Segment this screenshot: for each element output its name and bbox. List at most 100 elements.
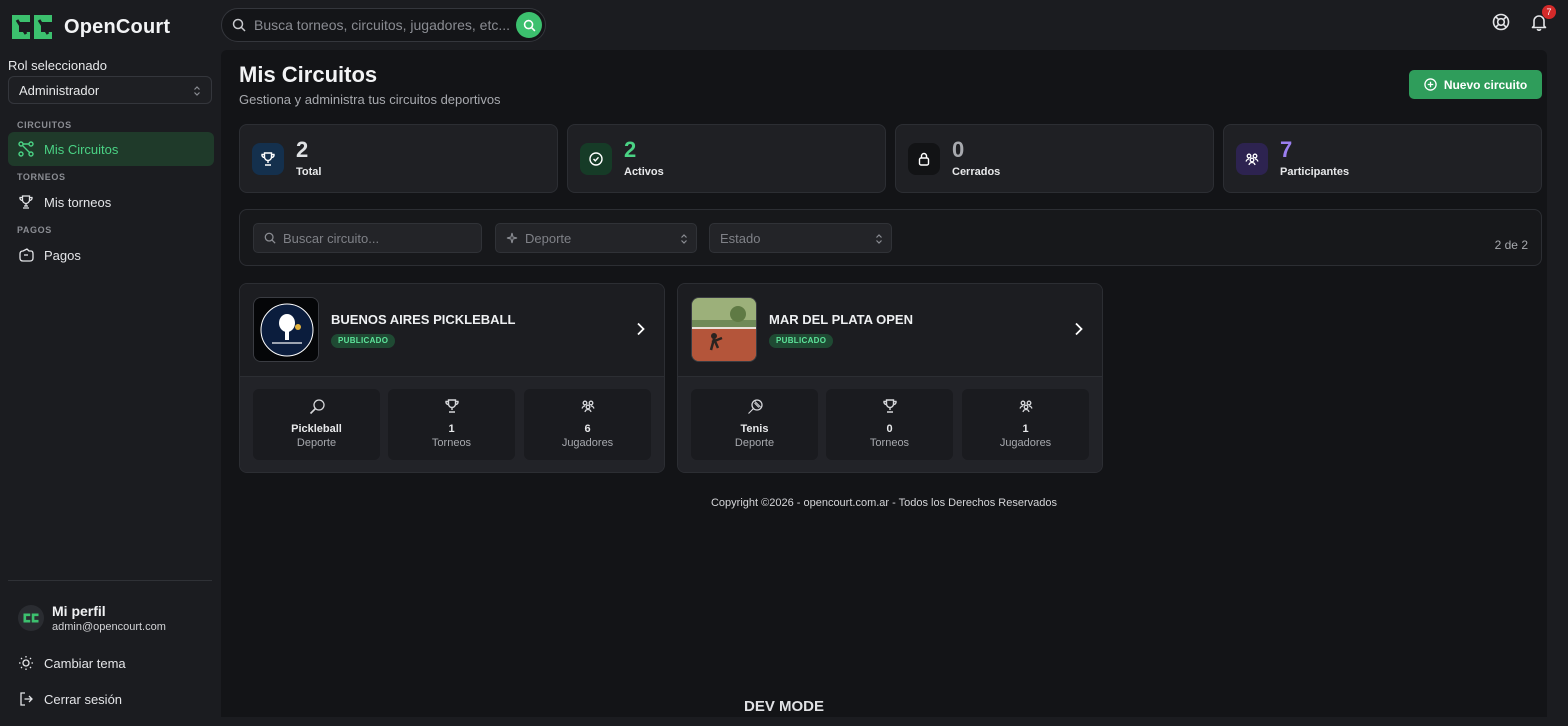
- players-label: Jugadores: [999, 437, 1052, 449]
- sport-filter-select[interactable]: Deporte: [495, 223, 697, 253]
- tournaments-label: Torneos: [869, 437, 910, 449]
- status-badge: PUBLICADO: [769, 334, 834, 348]
- circuit-card-stats: Tenis Deporte 0 Torneos 1 Jugadores: [678, 376, 1102, 472]
- circuit-card[interactable]: BUENOS AIRES PICKLEBALL PUBLICADO Pickle…: [239, 283, 665, 473]
- sport-value: Pickleball: [291, 423, 342, 435]
- stat-label: Activos: [624, 166, 664, 178]
- trophy-icon: [826, 398, 953, 414]
- circuit-thumbnail: [253, 297, 319, 362]
- circuit-card-header[interactable]: BUENOS AIRES PICKLEBALL PUBLICADO: [240, 284, 664, 376]
- trophy-icon: [18, 194, 34, 210]
- tournaments-label: Torneos: [431, 437, 472, 449]
- help-lifebuoy-icon[interactable]: [1492, 13, 1510, 31]
- sidebar-item-pagos[interactable]: Pagos: [8, 238, 214, 272]
- sidebar-divider: [8, 580, 212, 581]
- stat-card-participantes: 7 Participantes: [1223, 124, 1542, 193]
- top-bar: OpenCourt 7: [0, 0, 1568, 50]
- stat-value: 7: [1280, 137, 1293, 162]
- players-value: 1: [1022, 423, 1029, 435]
- role-label: Rol seleccionado: [8, 58, 108, 73]
- opencourt-logo-icon: [8, 11, 56, 43]
- section-pagos: PAGOS: [17, 225, 52, 235]
- chevron-updown-icon: [193, 85, 201, 97]
- state-filter-placeholder: Estado: [720, 230, 761, 246]
- page-title: Mis Circuitos: [239, 62, 378, 87]
- circuit-sport-stat: Pickleball Deporte: [253, 389, 380, 460]
- players-value: 6: [584, 423, 591, 435]
- app-name: OpenCourt: [64, 15, 171, 38]
- new-circuit-label: Nuevo circuito: [1443, 77, 1528, 92]
- chevron-right-icon[interactable]: [1074, 322, 1084, 336]
- tournaments-value: 1: [448, 423, 455, 435]
- sport-value: Tenis: [740, 423, 769, 435]
- app-logo[interactable]: OpenCourt: [8, 11, 170, 43]
- circuit-title: BUENOS AIRES PICKLEBALL: [331, 312, 516, 327]
- sidebar-item-label: Pagos: [44, 247, 81, 263]
- section-circuitos: CIRCUITOS: [17, 120, 72, 130]
- circuit-icon: [18, 141, 34, 157]
- dev-mode-label: DEV MODE: [743, 698, 824, 715]
- users-icon: [962, 398, 1089, 414]
- paddle-icon: [253, 398, 380, 416]
- filters-bar: Buscar circuito... Deporte Estado 2 de 2: [239, 209, 1542, 266]
- circuit-card-stats: Pickleball Deporte 1 Torneos 6 Jugadores: [240, 376, 664, 472]
- circuit-tournaments-stat: 0 Torneos: [826, 389, 953, 460]
- sidebar: Rol seleccionado Administrador CIRCUITOS…: [0, 50, 220, 726]
- circuit-card[interactable]: MAR DEL PLATA OPEN PUBLICADO Tenis Depor…: [677, 283, 1103, 473]
- sidebar-item-mis-circuitos[interactable]: Mis Circuitos: [8, 132, 214, 166]
- sun-icon: [18, 655, 34, 671]
- circuit-tournaments-stat: 1 Torneos: [388, 389, 515, 460]
- sport-filter-icon: [506, 232, 518, 244]
- chevron-updown-icon: [875, 233, 883, 245]
- main-content: Mis Circuitos Gestiona y administra tus …: [221, 50, 1547, 717]
- circuit-title: MAR DEL PLATA OPEN: [769, 312, 913, 327]
- sidebar-item-label: Mis torneos: [44, 194, 112, 210]
- opencourt-logo-icon: [23, 613, 39, 623]
- role-select[interactable]: Administrador: [8, 76, 212, 104]
- new-circuit-button[interactable]: Nuevo circuito: [1409, 70, 1542, 99]
- stat-value: 0: [952, 137, 965, 162]
- circuit-thumbnail: [691, 297, 757, 362]
- sport-filter-placeholder: Deporte: [525, 230, 572, 246]
- circuit-card-header[interactable]: MAR DEL PLATA OPEN PUBLICADO: [678, 284, 1102, 376]
- global-search: [221, 8, 546, 42]
- users-icon: [1236, 143, 1268, 175]
- stat-label: Participantes: [1280, 166, 1350, 178]
- theme-toggle-label: Cambiar tema: [44, 655, 126, 671]
- profile-email: admin@opencourt.com: [52, 621, 166, 633]
- payments-icon: [18, 247, 34, 263]
- section-torneos: TORNEOS: [17, 172, 66, 182]
- plus-circle-icon: [1424, 78, 1437, 91]
- sidebar-item-mis-torneos[interactable]: Mis torneos: [8, 185, 214, 219]
- circuit-players-stat: 6 Jugadores: [524, 389, 651, 460]
- global-search-input[interactable]: [254, 17, 509, 33]
- notifications-button[interactable]: 7: [1530, 5, 1556, 31]
- tennis-racket-icon: [691, 398, 818, 416]
- circuit-sport-stat: Tenis Deporte: [691, 389, 818, 460]
- chevron-right-icon[interactable]: [636, 322, 646, 336]
- theme-toggle-button[interactable]: Cambiar tema: [18, 655, 126, 671]
- search-icon: [523, 19, 535, 31]
- state-filter-select[interactable]: Estado: [709, 223, 892, 253]
- avatar: [18, 605, 44, 631]
- stat-value: 2: [296, 137, 309, 162]
- stat-card-cerrados: 0 Cerrados: [895, 124, 1214, 193]
- circuit-search-input[interactable]: Buscar circuito...: [253, 223, 482, 253]
- sidebar-item-label: Mis Circuitos: [44, 141, 119, 157]
- users-icon: [524, 398, 651, 414]
- stat-card-activos: 2 Activos: [567, 124, 886, 193]
- search-submit-button[interactable]: [516, 12, 542, 38]
- circuit-players-stat: 1 Jugadores: [962, 389, 1089, 460]
- check-circle-icon: [580, 143, 612, 175]
- chevron-updown-icon: [680, 233, 688, 245]
- trophy-icon: [252, 143, 284, 175]
- circuit-search-placeholder: Buscar circuito...: [283, 230, 380, 246]
- stat-value: 2: [624, 137, 637, 162]
- copyright: Copyright ©2026 - opencourt.com.ar - Tod…: [710, 497, 1058, 509]
- sport-label: Deporte: [734, 437, 775, 449]
- role-select-value: Administrador: [19, 82, 100, 98]
- status-badge: PUBLICADO: [331, 334, 396, 348]
- profile-link[interactable]: Mi perfil admin@opencourt.com: [18, 603, 166, 633]
- notification-badge: 7: [1542, 5, 1556, 19]
- stat-label: Total: [296, 166, 322, 178]
